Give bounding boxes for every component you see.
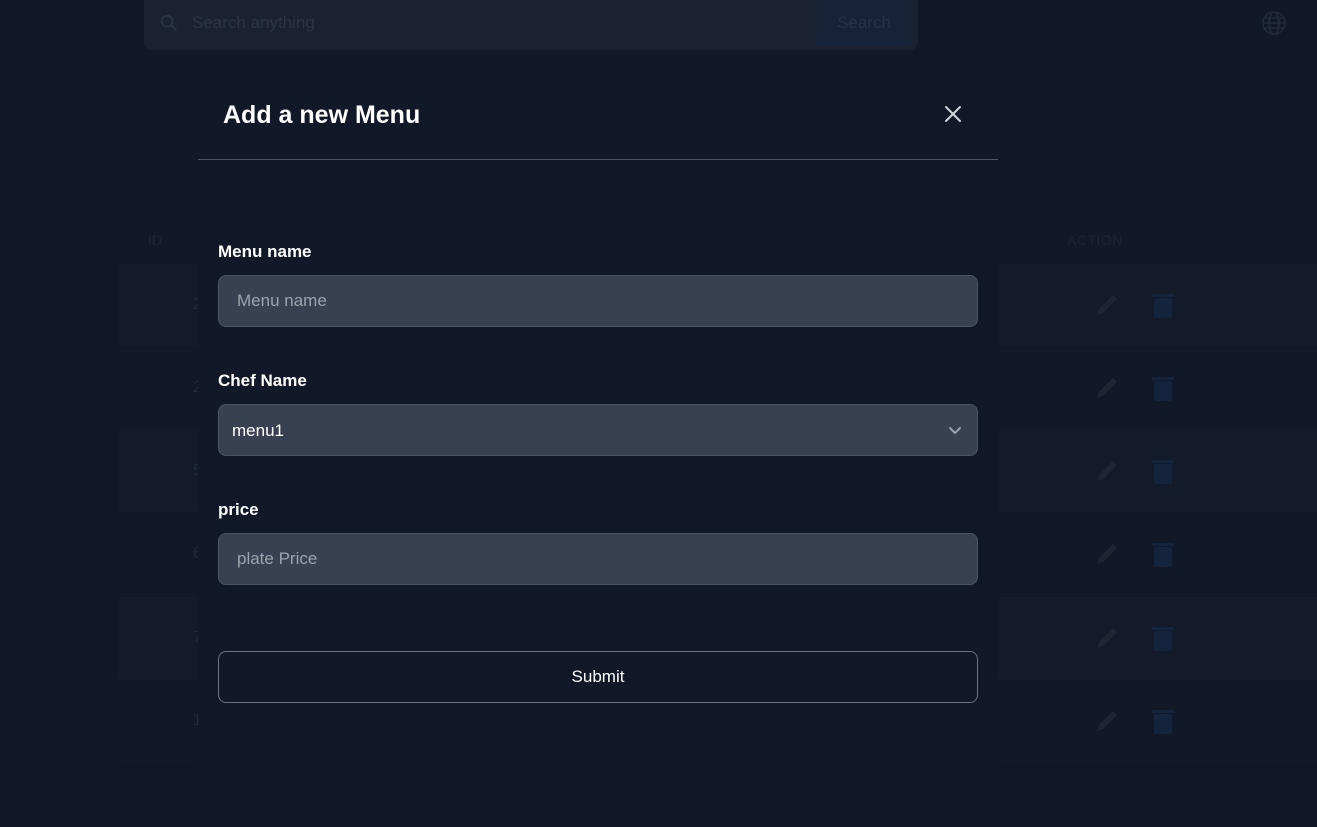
search-bar: Search bbox=[144, 0, 918, 50]
pencil-icon[interactable] bbox=[1092, 456, 1122, 486]
chef-name-group: Chef Name menu1 bbox=[218, 370, 978, 456]
pencil-icon[interactable] bbox=[1092, 290, 1122, 320]
pencil-icon[interactable] bbox=[1092, 539, 1122, 569]
menu-name-input[interactable] bbox=[218, 275, 978, 327]
pencil-icon[interactable] bbox=[1092, 706, 1122, 736]
chef-name-select[interactable]: menu1 bbox=[218, 404, 978, 456]
modal-title: Add a new Menu bbox=[223, 101, 421, 129]
search-icon bbox=[160, 14, 177, 31]
close-icon bbox=[945, 106, 961, 122]
price-input[interactable] bbox=[218, 533, 978, 585]
trash-icon[interactable] bbox=[1150, 706, 1176, 736]
pencil-icon[interactable] bbox=[1092, 373, 1122, 403]
search-button[interactable]: Search bbox=[816, 0, 912, 46]
close-button[interactable] bbox=[938, 99, 968, 129]
table-header-action: ACTION bbox=[1067, 232, 1123, 248]
menu-name-group: Menu name bbox=[218, 241, 978, 327]
price-label: price bbox=[218, 500, 259, 519]
chef-name-label: Chef Name bbox=[218, 371, 307, 390]
search-input[interactable] bbox=[190, 0, 810, 46]
trash-icon[interactable] bbox=[1150, 290, 1176, 320]
chef-name-select-wrap: menu1 bbox=[218, 404, 978, 456]
price-group: price bbox=[218, 499, 978, 585]
add-menu-modal: Add a new Menu Menu name Chef Name menu1 bbox=[198, 79, 998, 782]
table-header-id: ID bbox=[148, 232, 162, 248]
trash-icon[interactable] bbox=[1150, 623, 1176, 653]
trash-icon[interactable] bbox=[1150, 456, 1176, 486]
pencil-icon[interactable] bbox=[1092, 623, 1122, 653]
trash-icon[interactable] bbox=[1150, 373, 1176, 403]
modal-header: Add a new Menu bbox=[198, 79, 998, 160]
menu-name-label: Menu name bbox=[218, 242, 312, 261]
submit-button[interactable]: Submit bbox=[218, 651, 978, 703]
globe-icon[interactable] bbox=[1261, 10, 1287, 36]
trash-icon[interactable] bbox=[1150, 539, 1176, 569]
menu-form: Menu name Chef Name menu1 price bbox=[218, 241, 978, 628]
